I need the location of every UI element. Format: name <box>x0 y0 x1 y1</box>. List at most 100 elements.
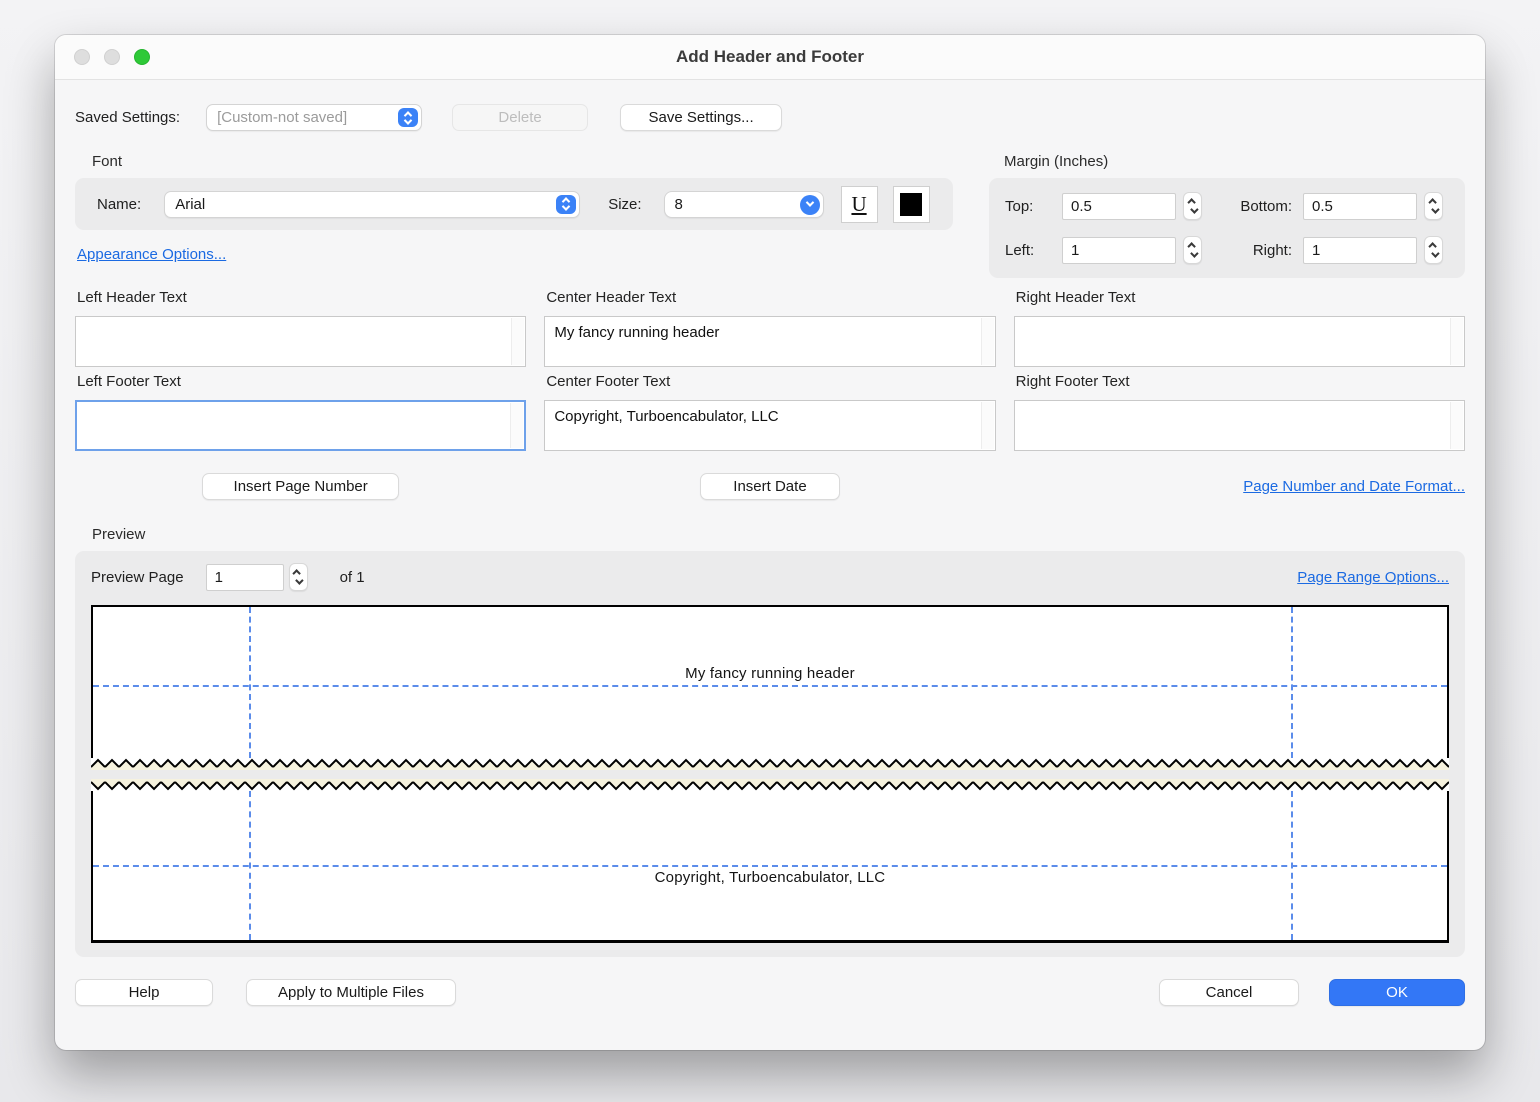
center-header-box: My fancy running header <box>544 316 995 367</box>
apply-to-multiple-files-button[interactable]: Apply to Multiple Files <box>246 979 456 1006</box>
left-footer-label: Left Footer Text <box>77 373 526 390</box>
preview-page-stepper[interactable] <box>289 563 308 591</box>
preview-section-label: Preview <box>92 526 1465 543</box>
cancel-button[interactable]: Cancel <box>1159 979 1299 1006</box>
right-header-label: Right Header Text <box>1016 289 1465 306</box>
preview-page-count: of 1 <box>340 569 365 586</box>
chevron-updown-icon <box>556 195 576 214</box>
margin-right-label: Right: <box>1212 242 1296 259</box>
preview-header-row: Preview Page of 1 Page Range Options... <box>91 563 1449 591</box>
font-size-label: Size: <box>608 196 641 213</box>
bottom-margin-guide <box>93 865 1447 867</box>
saved-settings-value: [Custom-not saved] <box>217 109 347 126</box>
footer-text-section: Left Footer Text Center Footer Text Copy… <box>75 373 1465 451</box>
left-header-box <box>75 316 526 367</box>
left-footer-textarea[interactable] <box>77 402 524 449</box>
close-button[interactable] <box>74 49 90 65</box>
left-margin-guide <box>249 607 251 758</box>
zoom-button[interactable] <box>134 49 150 65</box>
saved-settings-dropdown[interactable]: [Custom-not saved] <box>206 104 422 131</box>
chevron-down-icon <box>295 576 303 584</box>
header-text-section: Left Header Text Center Header Text My f… <box>75 289 1465 367</box>
preview-header-text: My fancy running header <box>93 665 1447 682</box>
torn-edge-top <box>91 758 1449 770</box>
scrollbar-gutter <box>511 318 524 365</box>
scrollbar-gutter <box>510 403 523 448</box>
scrollbar-gutter <box>1450 402 1463 449</box>
preview-page-label: Preview Page <box>91 569 184 586</box>
scrollbar-gutter <box>1450 318 1463 365</box>
font-color-button[interactable] <box>893 186 930 223</box>
margin-left-field[interactable] <box>1062 237 1176 264</box>
chevron-down-icon <box>800 195 820 215</box>
add-header-footer-dialog: Add Header and Footer Saved Settings: [C… <box>55 35 1485 1050</box>
delete-button[interactable]: Delete <box>452 104 588 131</box>
dialog-content: Saved Settings: [Custom-not saved] Delet… <box>55 80 1485 1006</box>
scrollbar-gutter <box>981 318 994 365</box>
ok-button[interactable]: OK <box>1329 979 1465 1006</box>
font-size-value: 8 <box>675 196 683 213</box>
margin-left-stepper[interactable] <box>1183 236 1202 264</box>
page-preview: My fancy running header <box>91 605 1449 943</box>
page-range-options-link[interactable]: Page Range Options... <box>1297 569 1449 586</box>
margin-right-stepper[interactable] <box>1424 236 1443 264</box>
font-name-value: Arial <box>175 196 205 213</box>
page-gap <box>91 770 1449 779</box>
margin-right-field[interactable] <box>1303 237 1417 264</box>
insert-row: Insert Page Number Insert Date Page Numb… <box>75 473 1465 500</box>
font-section-label: Font <box>92 153 953 170</box>
margin-groupbox: Top: Bottom: Left: <box>989 178 1465 278</box>
left-footer-box <box>75 400 526 451</box>
right-footer-box <box>1014 400 1465 451</box>
page-number-date-format-link[interactable]: Page Number and Date Format... <box>1243 478 1465 495</box>
page-preview-top: My fancy running header <box>91 605 1449 758</box>
title-bar: Add Header and Footer <box>55 35 1485 80</box>
margin-top-label: Top: <box>1005 198 1055 215</box>
help-button[interactable]: Help <box>75 979 213 1006</box>
appearance-options-link[interactable]: Appearance Options... <box>77 246 226 263</box>
center-footer-textarea[interactable]: Copyright, Turboencabulator, LLC <box>545 401 994 450</box>
dialog-actions: Help Apply to Multiple Files Cancel OK <box>75 979 1465 1006</box>
left-header-textarea[interactable] <box>76 317 525 366</box>
margin-top-field[interactable] <box>1062 193 1176 220</box>
margin-bottom-label: Bottom: <box>1212 198 1296 215</box>
minimize-button[interactable] <box>104 49 120 65</box>
left-header-label: Left Header Text <box>77 289 526 306</box>
center-header-label: Center Header Text <box>546 289 995 306</box>
margin-bottom-stepper[interactable] <box>1424 192 1443 220</box>
margin-left-label: Left: <box>1005 242 1055 259</box>
font-name-dropdown[interactable]: Arial <box>164 191 580 218</box>
right-header-textarea[interactable] <box>1015 317 1464 366</box>
right-margin-guide <box>1291 607 1293 758</box>
page-preview-bottom: Copyright, Turboencabulator, LLC <box>91 791 1449 943</box>
window-controls <box>74 49 150 65</box>
save-settings-button[interactable]: Save Settings... <box>620 104 782 131</box>
right-footer-textarea[interactable] <box>1015 401 1464 450</box>
center-header-textarea[interactable]: My fancy running header <box>545 317 994 366</box>
font-size-combo[interactable]: 8 <box>664 191 824 218</box>
insert-date-button[interactable]: Insert Date <box>700 473 840 500</box>
insert-page-number-button[interactable]: Insert Page Number <box>202 473 399 500</box>
saved-settings-label: Saved Settings: <box>75 109 180 126</box>
torn-edge-bottom <box>91 779 1449 791</box>
top-margin-guide <box>93 685 1447 687</box>
center-footer-label: Center Footer Text <box>546 373 995 390</box>
color-swatch <box>900 193 922 216</box>
saved-settings-row: Saved Settings: [Custom-not saved] Delet… <box>75 104 1465 131</box>
center-footer-box: Copyright, Turboencabulator, LLC <box>544 400 995 451</box>
font-name-label: Name: <box>97 196 141 213</box>
font-margin-section: Font Name: Arial Size: 8 <box>75 153 1465 289</box>
margin-bottom-field[interactable] <box>1303 193 1417 220</box>
dialog-title: Add Header and Footer <box>676 47 864 67</box>
right-footer-label: Right Footer Text <box>1016 373 1465 390</box>
margin-top-stepper[interactable] <box>1183 192 1202 220</box>
margin-section-label: Margin (Inches) <box>1004 153 1465 170</box>
right-header-box <box>1014 316 1465 367</box>
preview-page-field[interactable] <box>206 564 284 591</box>
underline-button[interactable]: U <box>841 186 878 223</box>
chevron-updown-icon <box>398 108 418 127</box>
preview-footer-text: Copyright, Turboencabulator, LLC <box>93 869 1447 886</box>
scrollbar-gutter <box>981 402 994 449</box>
preview-panel: Preview Page of 1 Page Range Options... … <box>75 551 1465 957</box>
font-groupbox: Name: Arial Size: 8 U <box>75 178 953 230</box>
